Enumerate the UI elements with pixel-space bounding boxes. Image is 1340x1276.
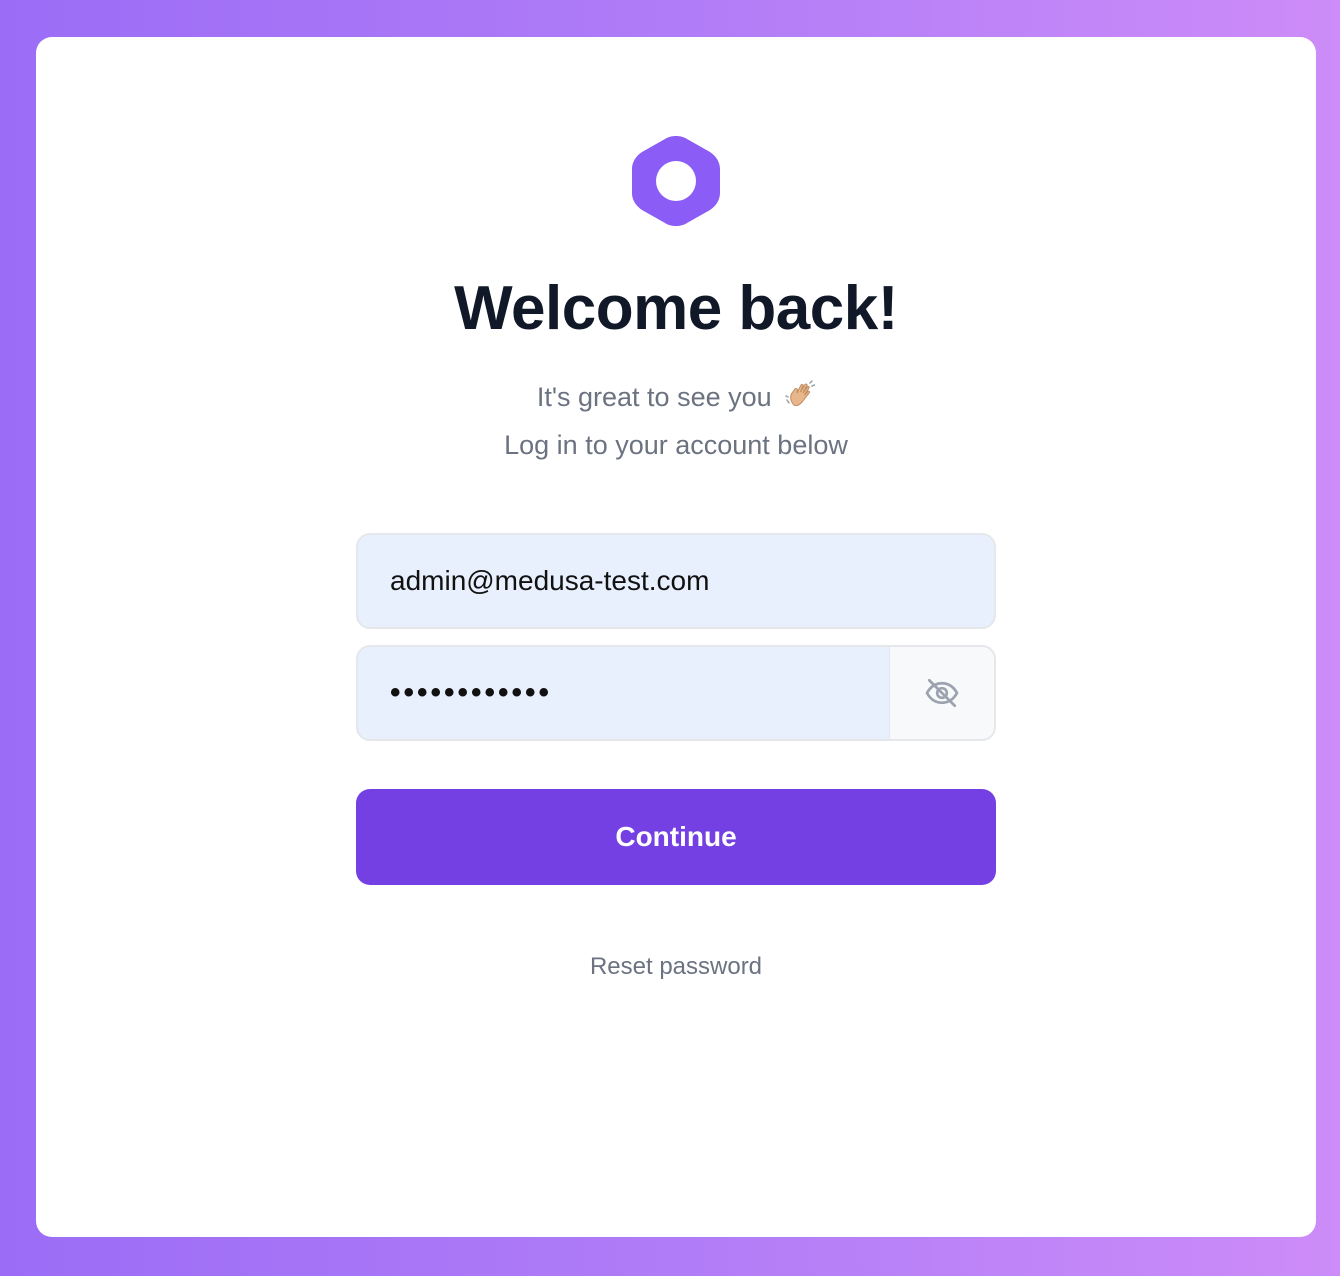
login-card: Welcome back! It's great to see you Log …: [36, 37, 1316, 1237]
waving-hand-icon: [785, 380, 816, 407]
password-visibility-toggle[interactable]: [889, 647, 994, 739]
subtitle-instructions: Log in to your account below: [504, 430, 848, 460]
hexagon-logo-icon: [632, 136, 720, 226]
reset-password-link[interactable]: Reset password: [590, 953, 762, 980]
continue-button[interactable]: Continue: [356, 789, 996, 885]
reset-password-container: Reset password: [36, 951, 1316, 983]
password-input[interactable]: [358, 647, 890, 739]
email-field: [356, 533, 996, 629]
password-field: [356, 645, 996, 741]
page-title: Welcome back!: [454, 274, 898, 343]
eye-off-icon: [925, 678, 959, 708]
subtitle-greeting-text: It's great to see you: [536, 382, 772, 412]
subtitle-greeting: It's great to see you: [36, 379, 1316, 415]
email-input[interactable]: [358, 535, 994, 627]
